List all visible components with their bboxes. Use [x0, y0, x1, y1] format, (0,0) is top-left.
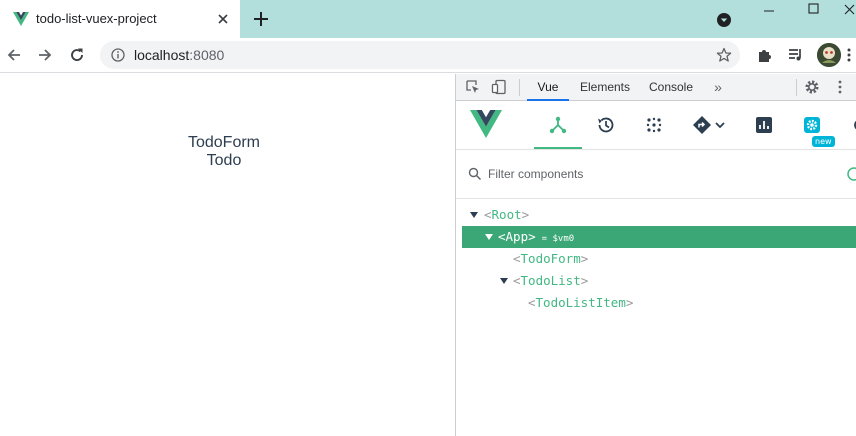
vue-favicon-icon: [13, 12, 29, 26]
performance-icon: [756, 117, 772, 133]
routing-icon: [693, 116, 711, 134]
vuex-tab[interactable]: [630, 102, 678, 149]
components-icon: [549, 116, 567, 134]
tree-node-label: <App> = $vm0: [498, 226, 574, 250]
minimize-icon[interactable]: [754, 2, 784, 22]
browser-titlebar: todo-list-vuex-project: [0, 0, 856, 38]
address-bar[interactable]: localhost:8080: [100, 41, 740, 69]
components-tab[interactable]: [534, 102, 582, 149]
tree-node-label: <TodoForm>: [513, 248, 588, 270]
open-bracket: <: [498, 229, 506, 244]
component-name: App: [505, 229, 529, 244]
component-name: TodoForm: [520, 251, 581, 266]
open-bracket: <: [528, 295, 536, 310]
filter-bar: [456, 151, 856, 199]
page-viewport: TodoForm Todo: [0, 74, 455, 436]
plus-icon[interactable]: [252, 10, 270, 28]
device-icon[interactable]: [491, 79, 507, 95]
expand-arrow-icon[interactable]: [499, 270, 509, 292]
avatar-icon: [817, 43, 841, 67]
browser-tab[interactable]: todo-list-vuex-project: [0, 0, 240, 38]
open-bracket: <: [513, 251, 521, 266]
url-text[interactable]: localhost:8080: [134, 47, 224, 63]
close-bracket: >: [528, 229, 536, 244]
tree-node-label: <Root>: [484, 204, 529, 226]
close-window-icon[interactable]: [836, 2, 856, 22]
expand-arrow-icon[interactable]: [484, 226, 494, 248]
tree-node-todoform[interactable]: <TodoForm>: [462, 248, 856, 270]
performance-tab[interactable]: [740, 102, 788, 149]
avatar[interactable]: [817, 43, 841, 67]
close-bracket: >: [580, 273, 589, 288]
routing-tab[interactable]: [678, 102, 734, 149]
url-port: :8080: [189, 47, 225, 63]
todo-text: Todo: [206, 152, 242, 169]
browser-toolbar: localhost:8080: [0, 38, 856, 73]
media-icon[interactable]: [787, 46, 805, 64]
refresh-tab[interactable]: [836, 102, 856, 149]
refresh-icon: [854, 120, 856, 130]
star-icon[interactable]: [716, 47, 732, 63]
gear-icon[interactable]: [804, 79, 820, 95]
forward-icon[interactable]: [36, 46, 54, 64]
close-bracket: >: [625, 295, 634, 310]
inspect-icon[interactable]: [465, 79, 481, 95]
reload-icon[interactable]: [68, 46, 86, 64]
search-icon: [468, 167, 482, 181]
new-badge: new: [812, 136, 835, 147]
chevron-down-icon: [715, 122, 725, 129]
vue-logo-icon: [470, 110, 502, 138]
vm-reference: = $vm0: [541, 234, 575, 244]
tree-node-label: <TodoList>: [513, 270, 588, 292]
timeline-tab[interactable]: [582, 102, 630, 149]
close-bracket: >: [521, 207, 530, 222]
todo-form-text: TodoForm: [187, 134, 261, 151]
expand-arrow-icon[interactable]: [469, 204, 479, 226]
component-name: TodoListItem: [535, 295, 626, 310]
tree-node-root[interactable]: <Root>: [462, 204, 856, 226]
open-bracket: <: [513, 273, 521, 288]
tab-console[interactable]: Console: [646, 74, 696, 101]
tree-node-todolistitem[interactable]: <TodoListItem>: [462, 292, 856, 314]
close-icon[interactable]: [215, 11, 231, 27]
devtools-tabbar: Vue Elements Console »: [456, 74, 856, 101]
open-bracket: <: [484, 207, 492, 222]
back-icon[interactable]: [5, 46, 23, 64]
tree-node-app[interactable]: <App> = $vm0: [462, 226, 856, 248]
vuex-icon: [646, 117, 662, 133]
tab-title: todo-list-vuex-project: [36, 11, 157, 26]
tree-node-label: <TodoListItem>: [528, 292, 633, 314]
close-bracket: >: [580, 251, 589, 266]
select-component-icon[interactable]: [846, 166, 856, 182]
devtools-separator: [519, 79, 520, 96]
tab-search-icon[interactable]: [716, 12, 732, 28]
devtools-separator-2: [796, 79, 797, 96]
component-name: Root: [491, 207, 522, 222]
tab-elements[interactable]: Elements: [577, 74, 633, 101]
filter-components-input[interactable]: [488, 165, 828, 183]
more-tabs-button[interactable]: »: [711, 74, 725, 101]
vue-devtools-toolbar: new: [456, 102, 856, 150]
url-host: localhost: [134, 47, 190, 63]
tab-vue[interactable]: Vue: [527, 74, 569, 101]
settings-icon: [804, 117, 820, 133]
more-vert-icon[interactable]: [832, 79, 848, 95]
timeline-icon: [598, 117, 614, 133]
tree-node-todolist[interactable]: <TodoList>: [462, 270, 856, 292]
puzzle-icon[interactable]: [756, 46, 774, 64]
devtools-panel: Vue Elements Console » new Filter compon…: [455, 74, 856, 436]
more-vert-icon[interactable]: [846, 47, 852, 63]
info-icon[interactable]: [111, 48, 125, 62]
component-name: TodoList: [520, 273, 581, 288]
maximize-icon[interactable]: [798, 2, 828, 22]
